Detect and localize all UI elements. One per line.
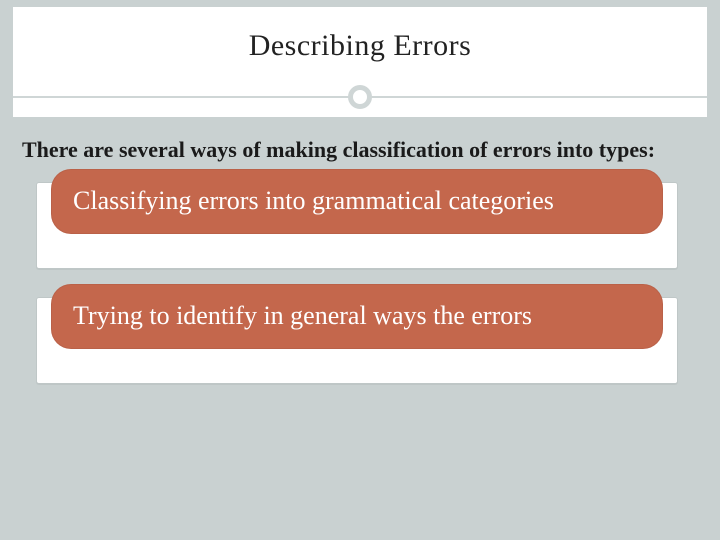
card-accent: Trying to identify in general ways the e… xyxy=(51,284,663,349)
card-text: Trying to identify in general ways the e… xyxy=(73,300,641,331)
slide-header: Describing Errors xyxy=(12,6,708,118)
card-container: Classifying errors into grammatical cate… xyxy=(36,182,678,269)
title-divider xyxy=(13,85,707,109)
slide-body: There are several ways of making classif… xyxy=(12,118,708,384)
card-accent: Classifying errors into grammatical cate… xyxy=(51,169,663,234)
card-container: Trying to identify in general ways the e… xyxy=(36,297,678,384)
card-text: Classifying errors into grammatical cate… xyxy=(73,185,641,216)
divider-circle-icon xyxy=(348,85,372,109)
slide: Describing Errors There are several ways… xyxy=(12,6,708,534)
slide-title: Describing Errors xyxy=(13,7,707,63)
